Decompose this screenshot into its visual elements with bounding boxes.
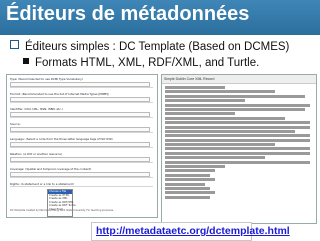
form-field-source: Source: [10,122,153,133]
form-field-identifier: Identifier: (DOI, URL, ISSN, ISBN, etc.) [10,107,153,118]
bullet-formats: Formats HTML, XML, RDF/XML, and Turtle. [23,57,259,69]
form-field-language: Language: (Select a code from the three … [10,137,153,148]
form-field-relation: Relation: (A DOI or another resource) [10,152,153,163]
xml-window-title: Simple Dublin Core XML Record [162,75,316,84]
form-field-coverage: Coverage: (Spatial and temporal coverage… [10,167,153,178]
dctemplate-link[interactable]: http://metadataetc.org/dctemplate.html [96,225,290,237]
form-field-rights: Rights: (A statement or a link to a stat… [10,182,153,187]
xml-output-screenshot: Simple Dublin Core XML Record [161,74,317,224]
checkbox-bullet-icon [10,40,19,49]
form-field-type: Type: (Recommended to use DCMI Type Voca… [10,77,153,88]
xml-code-lines [165,86,313,200]
bullet-dc-template: Éditeurs simples : DC Template (Based on… [10,40,289,53]
square-bullet-icon [23,58,29,64]
output-format-dropdown: Choose a File Create as HTML Create as X… [47,189,76,217]
url-box: http://metadataetc.org/dctemplate.html [91,222,290,241]
form-footer-credit: DC Template created by Marcia Lei Zeng, … [10,209,114,212]
slide-title-bar: Éditeurs de métadonnées [0,0,320,35]
form-field-format: Format: (Recommended to use the list of … [10,92,153,103]
dc-template-form-screenshot: Type: (Recommended to use DCMI Type Voca… [6,74,158,218]
slide-title: Éditeurs de métadonnées [6,3,250,25]
